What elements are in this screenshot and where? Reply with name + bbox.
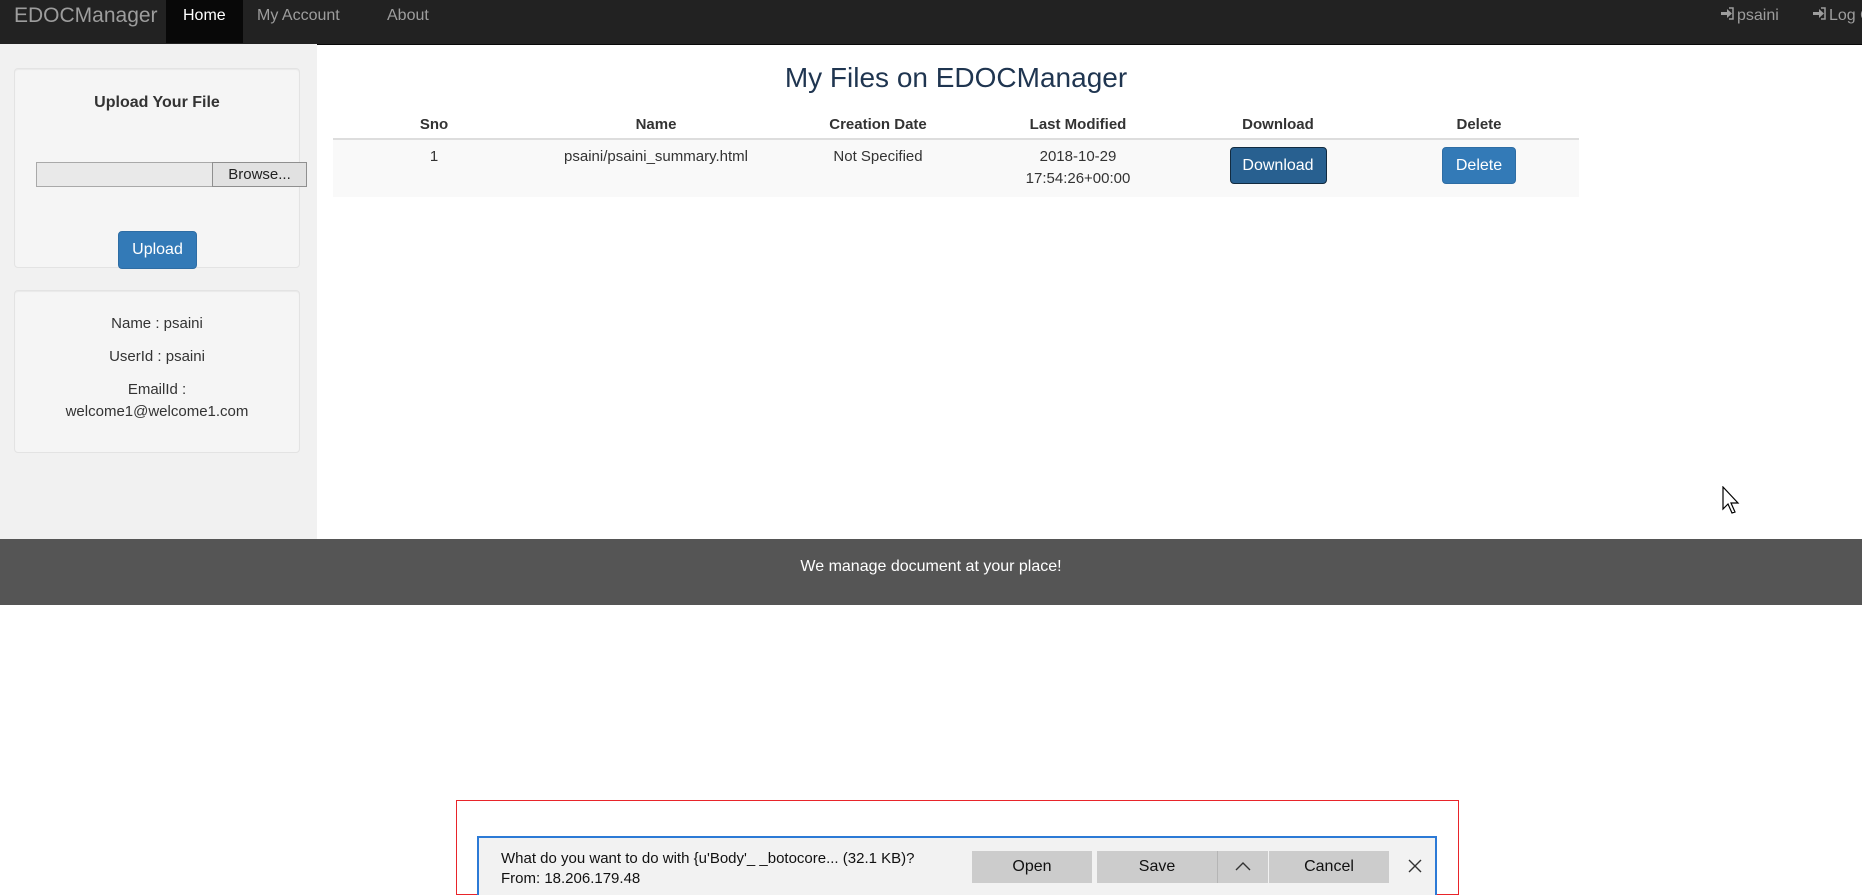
close-button[interactable] [1399,851,1431,883]
footer-text: We manage document at your place! [800,558,1062,575]
nav-user-link[interactable]: psaini [1720,0,1779,43]
nav-logout-label: Log O [1829,7,1862,24]
last-modified-time: 17:54:26+00:00 [1025,170,1131,187]
table-row: 1 psaini/psaini_summary.html Not Specifi… [333,139,1579,197]
user-id: UserId : psaini [109,348,205,365]
download-button[interactable]: Download [1229,147,1327,184]
cancel-button[interactable]: Cancel [1269,851,1389,883]
cell-last-modified: 2018-10-29 17:54:26+00:00 [979,140,1177,190]
upload-title: Upload Your File [94,94,220,111]
upload-button[interactable]: Upload [118,231,197,269]
nav-home[interactable]: Home [166,0,243,43]
column-header-last-modified: Last Modified [979,110,1177,140]
column-header-delete: Delete [1379,110,1579,140]
top-navbar: EDOCManager Home My Account About psaini… [0,0,1862,45]
delete-button[interactable]: Delete [1442,147,1516,184]
user-email-label: EmailId : [127,381,187,398]
download-message: What do you want to do with {u'Body'_ _b… [501,849,914,889]
cell-creation-date: Not Specified [833,148,923,165]
save-options-button[interactable] [1217,851,1268,883]
user-email: welcome1@welcome1.com [65,403,249,420]
nav-about[interactable]: About [370,0,446,43]
cell-sno: 1 [429,148,439,165]
column-header-creation-date: Creation Date [777,110,979,140]
column-header-download: Download [1177,110,1379,140]
column-header-name: Name [535,110,777,140]
cell-file-name: psaini/psaini_summary.html [564,148,748,165]
download-notification-bar: What do you want to do with {u'Body'_ _b… [477,836,1437,895]
chevron-up-icon [1235,858,1251,875]
nav-logout-link[interactable]: Log O [1812,0,1862,43]
mouse-cursor-icon [1722,485,1742,521]
open-button[interactable]: Open [972,851,1092,883]
table-header-row: Sno Name Creation Date Last Modified Dow… [333,110,1579,140]
column-header-sno: Sno [333,110,535,140]
files-table: Sno Name Creation Date Last Modified Dow… [333,110,1579,197]
save-button[interactable]: Save [1097,851,1217,883]
page-title: My Files on EDOCManager [784,62,1128,93]
last-modified-date: 2018-10-29 [1039,148,1117,165]
download-question: What do you want to do with {u'Body'_ _b… [501,850,915,867]
brand-logo[interactable]: EDOCManager [14,0,158,44]
sidebar: Upload Your File Browse... Upload Name :… [0,44,317,539]
sign-in-icon [1720,0,1734,31]
nav-my-account[interactable]: My Account [240,0,357,43]
user-info-panel: Name : psaini UserId : psaini EmailId : … [14,290,300,453]
upload-panel: Upload Your File Browse... Upload [14,68,307,269]
footer: We manage document at your place! [0,539,1862,605]
file-input-row: Browse... [36,162,307,187]
file-path-field[interactable] [36,162,213,187]
download-source: From: 18.206.179.48 [501,870,641,887]
user-name: Name : psaini [111,315,203,332]
browse-button[interactable]: Browse... [212,162,307,187]
log-out-icon [1812,0,1826,31]
nav-user-label: psaini [1737,7,1779,24]
close-icon [1408,856,1422,878]
